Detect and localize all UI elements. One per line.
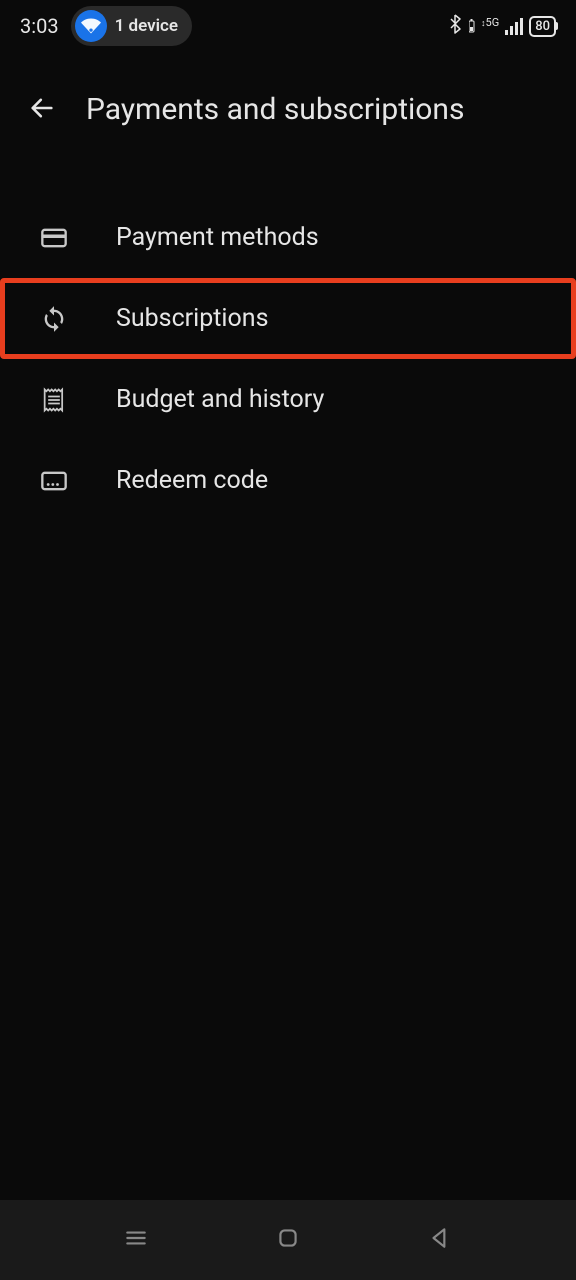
battery-indicator: 80 [529, 16, 556, 37]
receipt-icon [40, 386, 68, 414]
menu-label: Subscriptions [116, 304, 268, 333]
nav-menu-button[interactable] [123, 1225, 149, 1255]
signal-bars-icon [505, 18, 523, 35]
app-header: Payments and subscriptions [0, 72, 576, 147]
menu-label: Budget and history [116, 385, 324, 414]
menu-item-payment-methods[interactable]: Payment methods [0, 197, 576, 278]
page-title: Payments and subscriptions [86, 92, 464, 127]
menu-label: Payment methods [116, 223, 319, 252]
status-right: ↕5G 80 [449, 14, 556, 38]
bluetooth-icon [449, 14, 463, 38]
system-nav-bar [0, 1200, 576, 1280]
menu-item-subscriptions[interactable]: Subscriptions [0, 278, 576, 359]
battery-small-icon [469, 19, 475, 33]
nav-back-button[interactable] [427, 1225, 453, 1255]
status-left: 3:03 1 device [20, 6, 192, 46]
menu-list: Payment methods Subscriptions Budget and… [0, 197, 576, 521]
nav-home-button[interactable] [275, 1225, 301, 1255]
code-box-icon [40, 467, 68, 495]
back-button[interactable] [28, 94, 56, 126]
menu-label: Redeem code [116, 466, 268, 495]
device-count-text: 1 device [115, 16, 179, 36]
device-pill[interactable]: 1 device [71, 6, 193, 46]
credit-card-icon [40, 224, 68, 252]
clock-time: 3:03 [20, 14, 59, 38]
sync-icon [40, 305, 68, 333]
wifi-cast-icon [75, 10, 107, 42]
network-type-label: ↕5G [481, 16, 499, 29]
menu-item-redeem-code[interactable]: Redeem code [0, 440, 576, 521]
menu-item-budget-history[interactable]: Budget and history [0, 359, 576, 440]
status-bar: 3:03 1 device ↕5G [0, 0, 576, 52]
